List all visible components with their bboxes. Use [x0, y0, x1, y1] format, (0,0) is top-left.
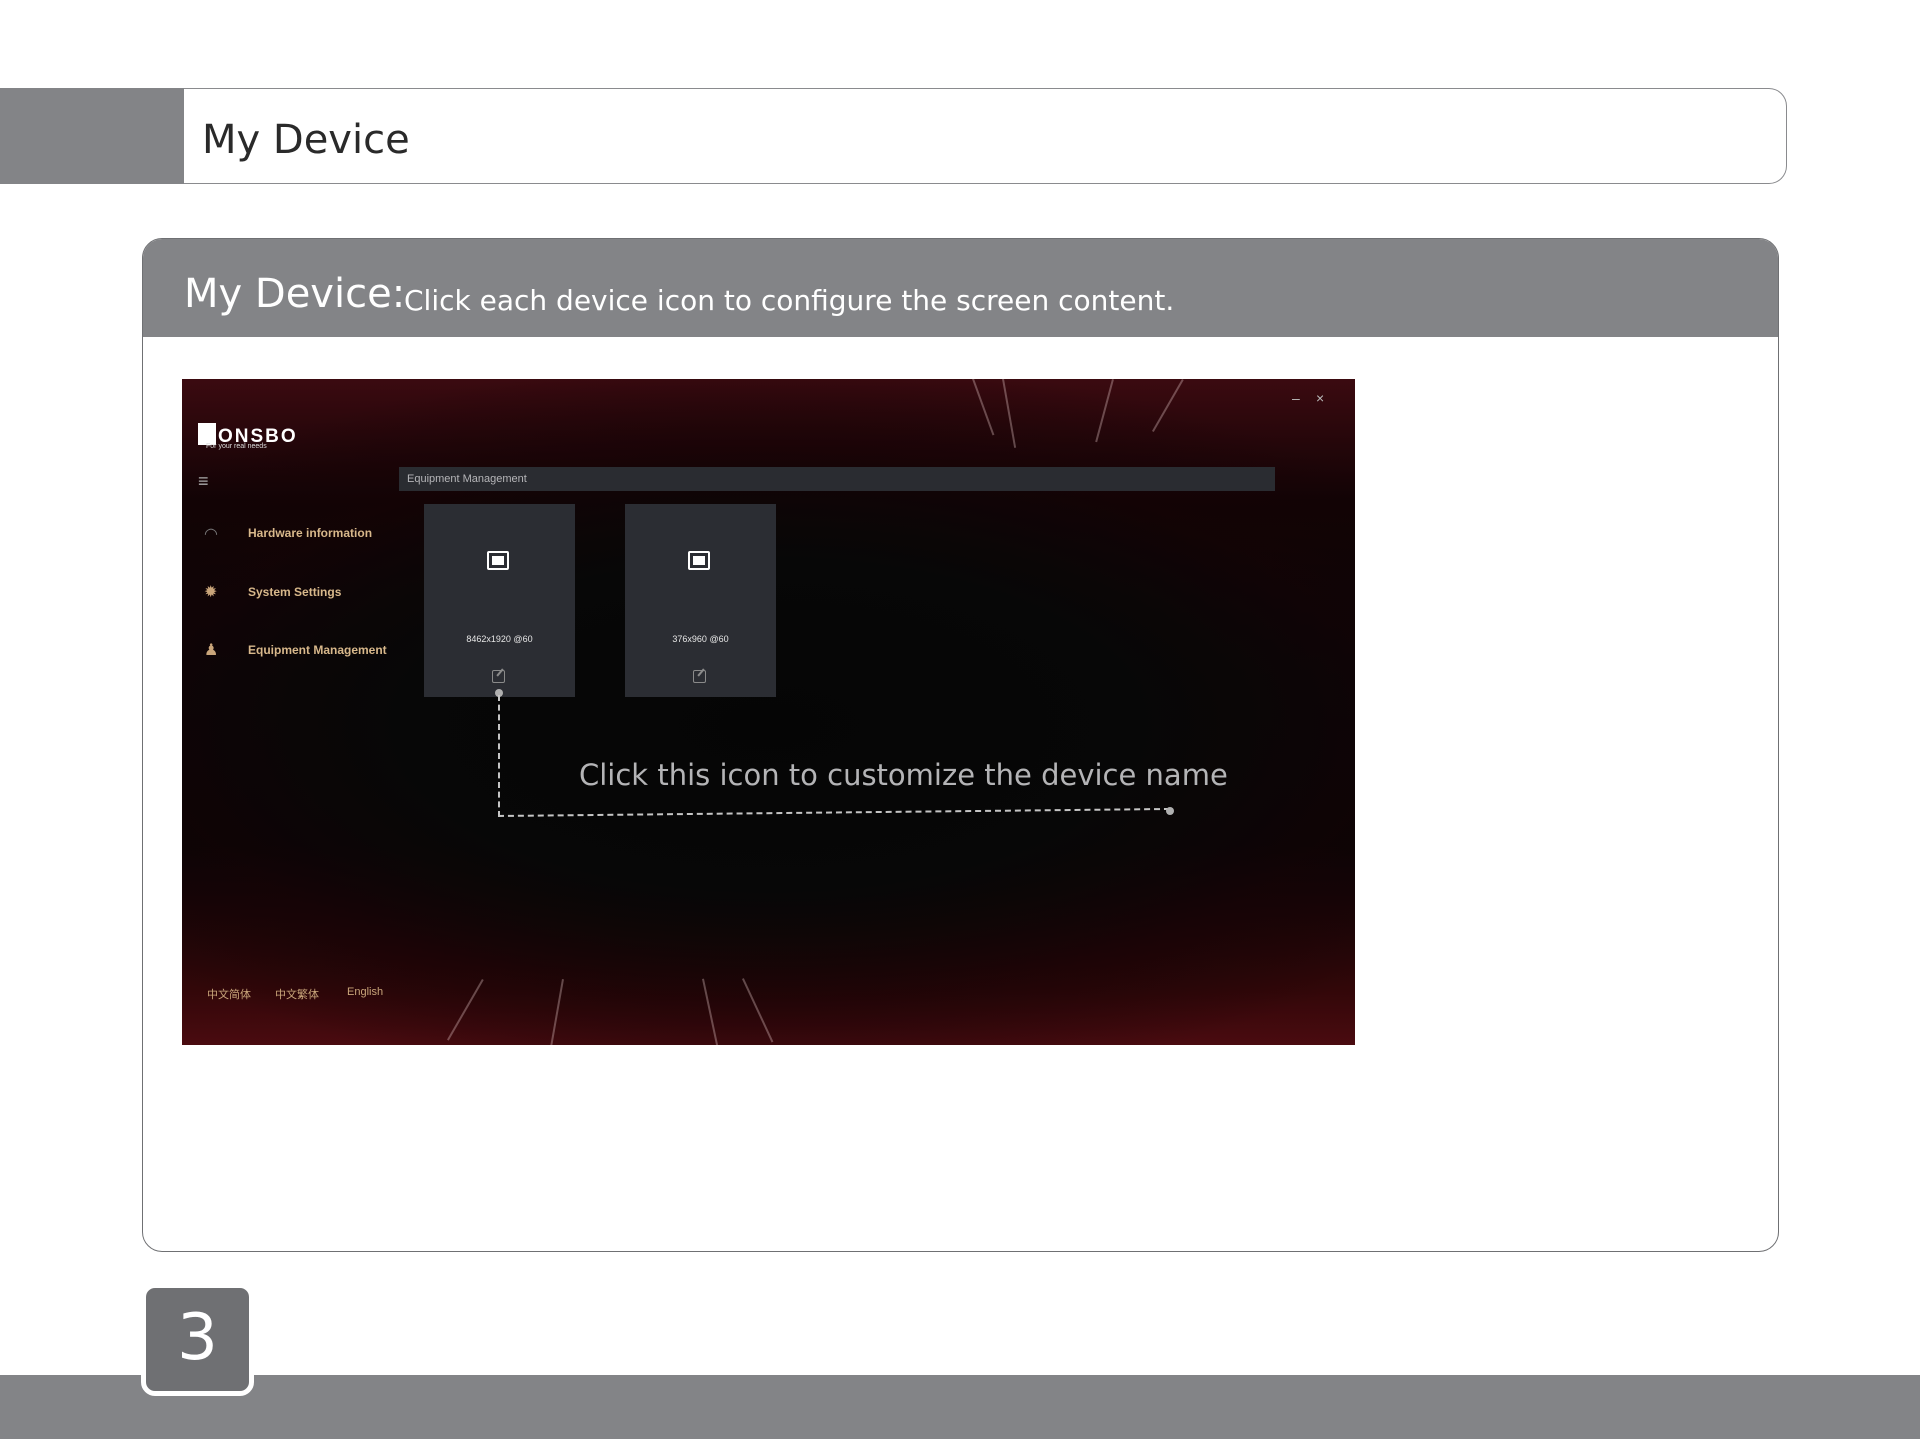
decor-streak	[702, 978, 719, 1045]
device-resolution: 376x960 @60	[672, 634, 729, 644]
edit-icon[interactable]	[492, 670, 505, 683]
language-option-simplified-chinese[interactable]: 中文简体	[207, 986, 251, 1002]
decor-streak	[549, 979, 564, 1045]
brand-tagline: For your real needs	[206, 443, 267, 450]
language-option-english[interactable]: English	[347, 986, 383, 998]
device-card[interactable]: 376x960 @60	[625, 504, 776, 697]
brand-logo-icon	[198, 423, 216, 445]
decor-streak	[1152, 379, 1184, 432]
page-title: My Device	[202, 117, 410, 163]
decor-streak	[972, 379, 995, 436]
page-title-box: My Device	[184, 88, 1787, 184]
callout-text: Click this icon to customize the device …	[579, 758, 1228, 792]
nav-item-hardware-information[interactable]: Hardware information	[248, 526, 372, 540]
footer-band	[0, 1375, 1920, 1439]
panel-subheading: Click each device icon to configure the …	[404, 284, 1175, 317]
edit-icon[interactable]	[693, 670, 706, 683]
panel-heading: My Device:	[184, 271, 406, 317]
nav-item-equipment-management[interactable]: Equipment Management	[248, 643, 387, 657]
screen-icon[interactable]	[487, 551, 509, 570]
gauge-icon: ◠	[204, 526, 218, 543]
page-number: 3	[141, 1283, 254, 1396]
language-option-traditional-chinese[interactable]: 中文繁体	[275, 986, 319, 1002]
nav-item-system-settings[interactable]: System Settings	[248, 585, 341, 599]
header-band	[0, 88, 184, 184]
breadcrumb: Equipment Management	[399, 467, 1275, 491]
panel-header: My Device: Click each device icon to con…	[143, 239, 1778, 337]
user-icon: ♟	[204, 642, 219, 659]
screen-icon[interactable]	[688, 551, 710, 570]
close-button[interactable]: ×	[1316, 390, 1324, 406]
device-resolution: 8462x1920 @60	[466, 634, 533, 644]
device-card[interactable]: 8462x1920 @60	[424, 504, 575, 697]
gear-icon: ✹	[204, 584, 218, 601]
callout-dot	[1166, 807, 1174, 815]
decor-streak	[1095, 379, 1114, 443]
hamburger-menu-icon[interactable]: ≡	[198, 471, 209, 492]
decor-streak	[742, 978, 774, 1043]
decor-streak	[1002, 379, 1017, 448]
minimize-button[interactable]: –	[1292, 390, 1300, 406]
decor-streak	[447, 979, 484, 1041]
callout-line	[498, 695, 500, 817]
app-screenshot: ONSBO For your real needs – × ≡ ◠ Hardwa…	[182, 379, 1355, 1045]
callout-line	[498, 807, 1170, 817]
